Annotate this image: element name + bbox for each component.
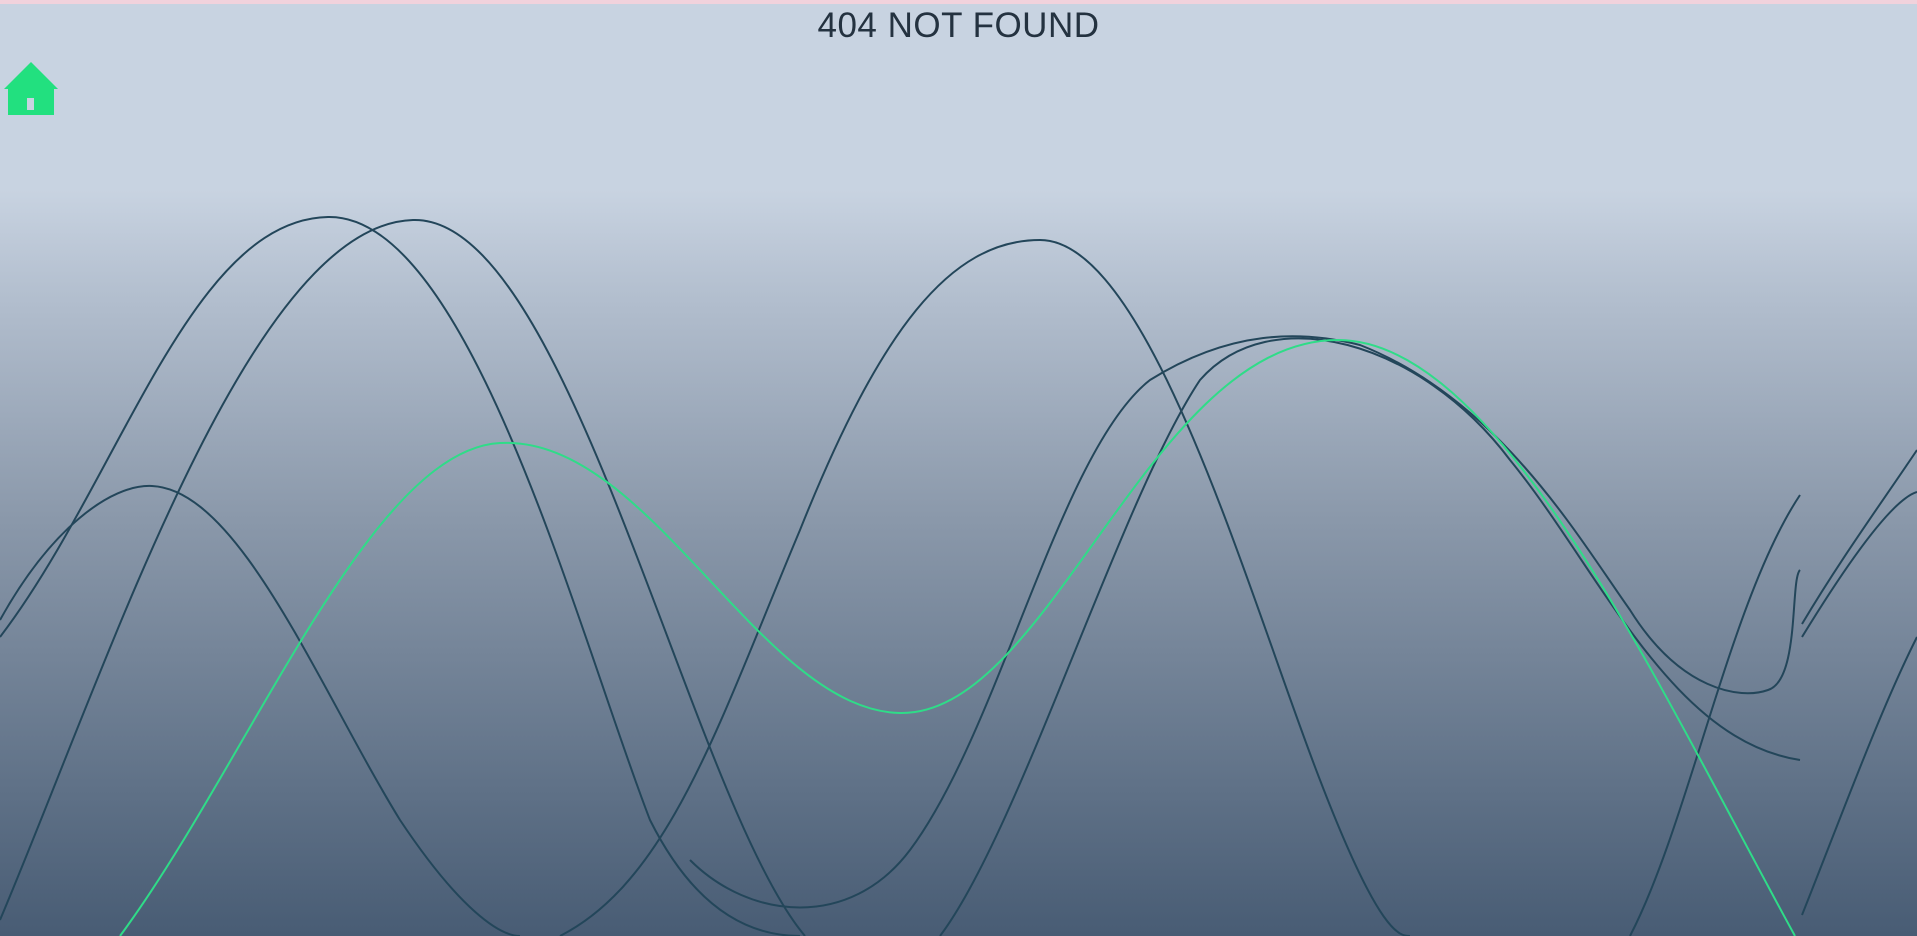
wave-lines (0, 215, 1917, 936)
wave-line-9 (1801, 449, 1917, 625)
wave-line-7 (1629, 494, 1801, 936)
wave-line-1 (0, 215, 801, 936)
wave-line-4 (559, 238, 1411, 936)
wave-line-8 (1801, 636, 1917, 916)
wave-line-10 (1801, 491, 1917, 638)
wave-line-6 (939, 337, 1801, 936)
wave-line-2 (0, 218, 806, 936)
wave-line-5 (689, 335, 1801, 909)
accent-wave-line (119, 338, 1796, 936)
